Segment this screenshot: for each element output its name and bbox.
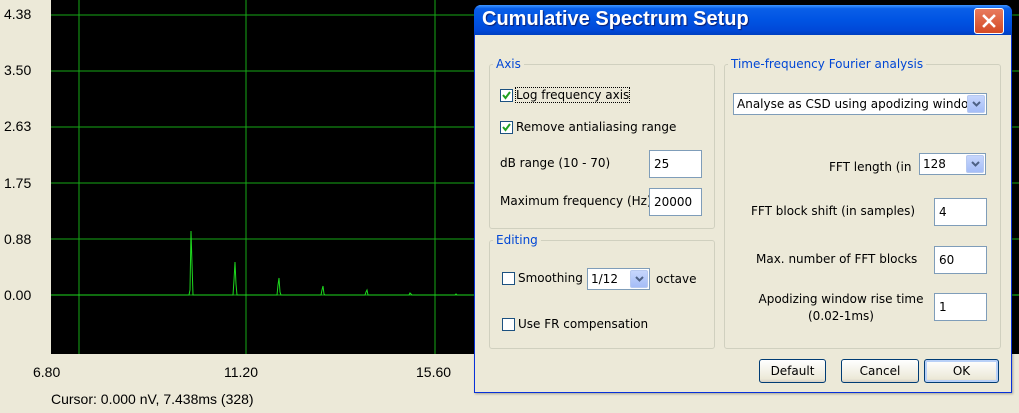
ok-button[interactable]: OK (924, 359, 999, 383)
log-frequency-checkbox[interactable]: Log frequency axis (500, 87, 631, 103)
select-value: 128 (923, 157, 946, 171)
fft-length-label: FFT length (in (829, 160, 912, 174)
button-label: Cancel (859, 364, 901, 378)
max-fft-blocks-input[interactable] (934, 246, 987, 274)
fft-block-shift-label: FFT block shift (in samples) (751, 204, 916, 218)
select-value: 1/12 (591, 272, 618, 286)
y-tick-label: 0.88 (4, 231, 32, 247)
analysis-mode-select[interactable]: Analyse as CSD using apodizing window (733, 93, 987, 115)
db-range-label: dB range (10 - 70) (500, 156, 611, 170)
checkmark-icon (502, 90, 511, 100)
button-label: OK (952, 364, 971, 378)
x-tick-label: 15.60 (416, 364, 452, 380)
checkbox-label: Smoothing (518, 271, 583, 285)
checkbox-box[interactable] (502, 317, 515, 331)
chevron-down-icon[interactable] (630, 270, 648, 288)
checkbox-label: Log frequency axis (514, 87, 631, 103)
checkbox-box[interactable] (500, 88, 513, 102)
apodizing-rise-label-line1: Apodizing window rise time (758, 292, 924, 306)
checkbox-label: Use FR compensation (518, 317, 649, 331)
fr-compensation-checkbox[interactable]: Use FR compensation (502, 317, 648, 331)
select-value: Analyse as CSD using apodizing window (737, 97, 967, 111)
y-tick-label: 3.50 (4, 62, 32, 78)
dialog-titlebar[interactable]: Cumulative Spectrum Setup (474, 5, 1012, 35)
max-fft-blocks-label: Max. number of FFT blocks (756, 252, 918, 266)
x-tick-label: 11.20 (224, 364, 258, 380)
fft-block-shift-input[interactable] (934, 198, 987, 226)
x-tick-label: 6.80 (33, 364, 61, 380)
db-range-input[interactable] (649, 150, 702, 178)
cancel-button[interactable]: Cancel (841, 359, 919, 383)
default-button[interactable]: Default (759, 359, 826, 383)
apodizing-rise-label-line2: (0.02-1ms) (808, 309, 874, 323)
checkbox-label: Remove antialiasing range (516, 120, 677, 134)
cumulative-spectrum-setup-dialog: Cumulative Spectrum Setup Axis Log frequ… (474, 5, 1012, 393)
dialog-title: Cumulative Spectrum Setup (482, 8, 749, 30)
max-frequency-label: Maximum frequency (Hz) (500, 194, 652, 208)
y-tick-label: 4.38 (4, 6, 32, 22)
smoothing-select[interactable]: 1/12 (587, 268, 650, 290)
y-tick-label: 0.00 (4, 287, 32, 303)
max-frequency-input[interactable] (649, 188, 702, 216)
chevron-down-icon[interactable] (966, 155, 984, 173)
close-icon (982, 14, 996, 28)
y-tick-label: 2.63 (4, 118, 32, 134)
fft-length-select[interactable]: 128 (919, 153, 986, 175)
chevron-down-icon[interactable] (967, 95, 985, 113)
axis-group-label: Axis (496, 57, 521, 71)
checkbox-box[interactable] (500, 120, 513, 134)
y-tick-label: 1.75 (4, 175, 32, 191)
close-button[interactable] (974, 8, 1004, 34)
editing-group: Editing (489, 233, 715, 349)
remove-antialiasing-checkbox[interactable]: Remove antialiasing range (500, 120, 676, 134)
time-frequency-group-label: Time-frequency Fourier analysis (731, 57, 924, 71)
checkbox-box[interactable] (502, 271, 515, 285)
checkmark-icon (502, 122, 511, 132)
smoothing-checkbox[interactable]: Smoothing (502, 271, 583, 285)
editing-group-label: Editing (496, 233, 538, 247)
octave-label: octave (656, 272, 697, 286)
cursor-readout: Cursor: 0.000 nV, 7.438ms (328) (51, 391, 254, 407)
apodizing-rise-input[interactable] (934, 293, 987, 321)
button-label: Default (770, 364, 815, 378)
